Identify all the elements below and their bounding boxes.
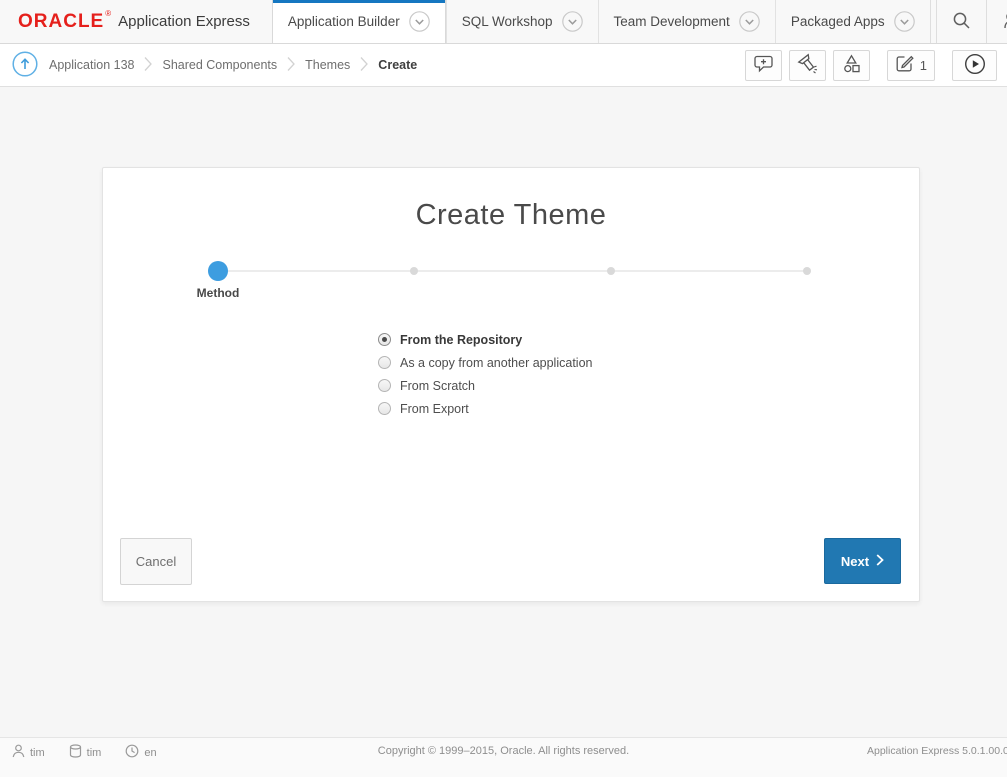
tab-team-development[interactable]: Team Development — [598, 0, 775, 43]
breadcrumb-item-shared-components[interactable]: Shared Components — [162, 58, 277, 72]
edit-page-icon — [895, 54, 914, 76]
shapes-icon — [841, 53, 862, 77]
page-footer: tim tim en Copyright © 1999–2015, Oracle… — [0, 737, 1007, 777]
chevron-down-icon[interactable] — [409, 11, 430, 32]
radio-unchecked-icon[interactable] — [378, 356, 391, 369]
tab-label: Team Development — [614, 14, 730, 29]
breadcrumb: Application 138 Shared Components Themes… — [49, 56, 417, 75]
breadcrumb-separator-icon — [144, 56, 152, 75]
tab-application-builder[interactable]: Application Builder — [272, 0, 446, 43]
radio-unchecked-icon[interactable] — [378, 379, 391, 392]
step-dot-3 — [607, 267, 615, 275]
run-application-button[interactable] — [952, 50, 997, 81]
step-dot-4 — [803, 267, 811, 275]
step-dot-method-active — [208, 261, 228, 281]
app-header: ORACLE® Application Express Application … — [0, 0, 1007, 44]
shared-components-button[interactable] — [833, 50, 870, 81]
breadcrumb-item-themes[interactable]: Themes — [305, 58, 350, 72]
tab-label: Application Builder — [288, 14, 400, 29]
feedback-button[interactable] — [745, 50, 782, 81]
up-arrow-circle-icon — [12, 51, 38, 80]
edit-page-number: 1 — [920, 58, 927, 73]
breadcrumb-separator-icon — [360, 56, 368, 75]
main-content: Create Theme Method From the Repository … — [0, 87, 1007, 602]
method-radio-group: From the Repository As a copy from anoth… — [378, 328, 592, 420]
feedback-bubble-icon — [753, 54, 774, 76]
chevron-down-icon[interactable] — [562, 11, 583, 32]
radio-checked-icon[interactable] — [378, 333, 391, 346]
breadcrumb-separator-icon — [287, 56, 295, 75]
step-dot-2 — [410, 267, 418, 275]
tab-packaged-apps[interactable]: Packaged Apps — [775, 0, 930, 43]
footer-copyright: Copyright © 1999–2015, Oracle. All right… — [0, 745, 1007, 757]
product-name: Application Express — [118, 13, 250, 30]
admin-menu-button[interactable] — [987, 0, 1007, 43]
oracle-brand: ORACLE — [18, 11, 104, 33]
next-button[interactable]: Next — [824, 538, 901, 584]
breadcrumb-item-application[interactable]: Application 138 — [49, 58, 134, 72]
radio-option-from-scratch[interactable]: From Scratch — [378, 374, 592, 397]
go-up-button[interactable] — [12, 51, 38, 80]
header-utility-icons: ? — [930, 0, 1007, 43]
wizard-title: Create Theme — [103, 168, 919, 232]
radio-option-copy-from-application[interactable]: As a copy from another application — [378, 351, 592, 374]
tab-label: Packaged Apps — [791, 14, 885, 29]
tab-label: SQL Workshop — [462, 14, 553, 29]
oracle-logo[interactable]: ORACLE® Application Express — [0, 0, 272, 43]
radio-unchecked-icon[interactable] — [378, 402, 391, 415]
divider — [930, 0, 931, 43]
page-action-buttons: 1 — [738, 50, 997, 81]
breadcrumb-item-create: Create — [378, 58, 417, 72]
footer-version: Application Express 5.0.1.00.06 — [867, 745, 1007, 757]
main-nav-tabs: Application Builder SQL Workshop Team De… — [272, 0, 930, 43]
tab-sql-workshop[interactable]: SQL Workshop — [446, 0, 598, 43]
radio-option-from-export[interactable]: From Export — [378, 397, 592, 420]
play-icon — [964, 53, 986, 78]
chevron-right-icon — [876, 554, 884, 569]
create-theme-wizard-card: Create Theme Method From the Repository … — [102, 167, 920, 602]
radio-option-from-repository[interactable]: From the Repository — [378, 328, 592, 351]
flashlight-icon — [797, 53, 818, 77]
edit-page-button[interactable]: 1 — [887, 50, 935, 81]
theme-roller-button[interactable] — [789, 50, 826, 81]
user-wrench-icon — [1002, 11, 1007, 33]
chevron-down-icon[interactable] — [739, 11, 760, 32]
registered-mark-icon: ® — [105, 9, 111, 18]
wizard-progress-train: Method — [103, 261, 919, 313]
search-button[interactable] — [937, 0, 986, 43]
cancel-button[interactable]: Cancel — [120, 538, 192, 585]
chevron-down-icon[interactable] — [894, 11, 915, 32]
breadcrumb-bar: Application 138 Shared Components Themes… — [0, 44, 1007, 87]
search-icon — [952, 11, 971, 33]
step-label-method: Method — [197, 286, 240, 300]
progress-track — [218, 270, 805, 272]
